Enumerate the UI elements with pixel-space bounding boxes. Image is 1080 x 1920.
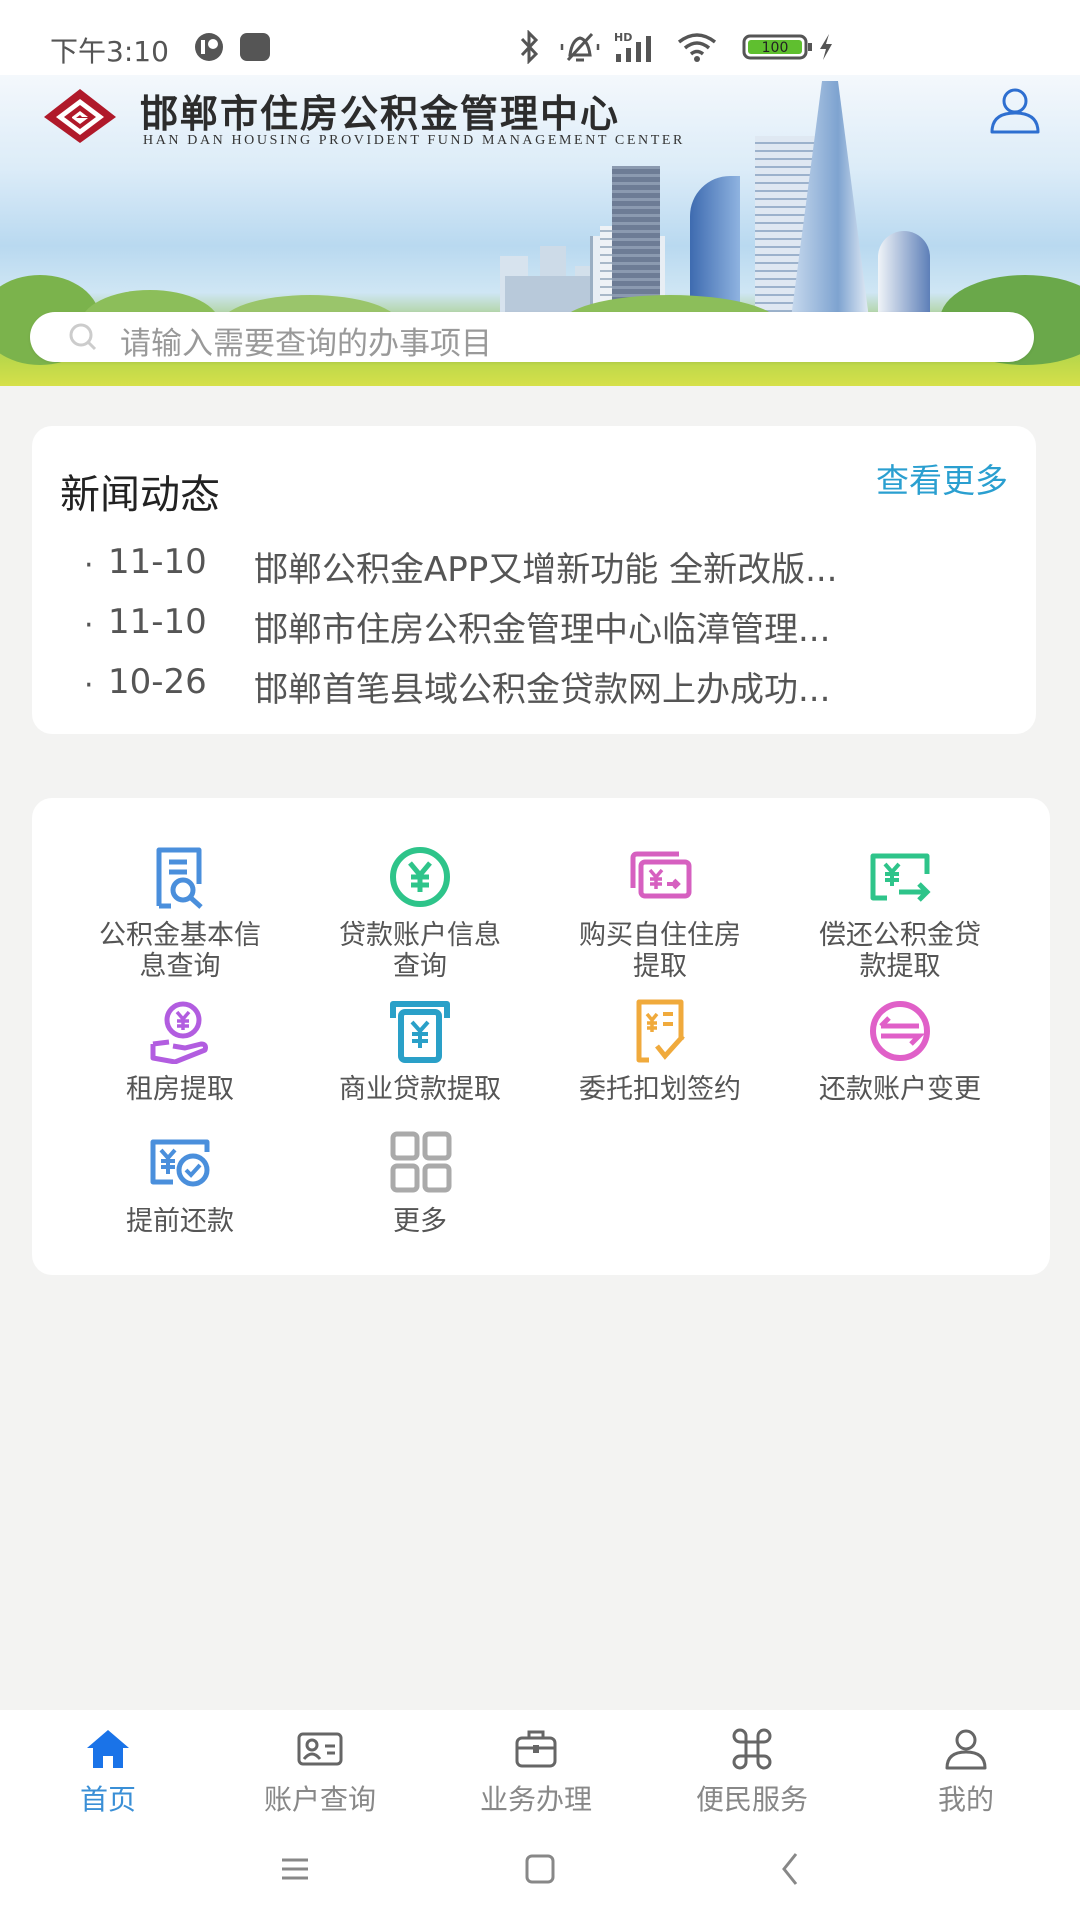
atm-yuan-icon bbox=[390, 1001, 450, 1063]
sign-document-icon bbox=[636, 999, 685, 1063]
yuan-circle-icon bbox=[390, 847, 450, 907]
handan-fund-logo bbox=[44, 89, 116, 143]
tab-account-query[interactable]: 账户查询 bbox=[212, 1710, 428, 1816]
yuan-transfer-icon bbox=[870, 853, 931, 902]
news-title: 邯郸首笔县域公积金贷款网上办成功... bbox=[254, 670, 831, 710]
id-card-icon bbox=[297, 1732, 343, 1766]
service-commercial-loan-withdraw[interactable]: 商业贷款提取 bbox=[300, 998, 540, 1105]
svg-text:HD: HD bbox=[614, 31, 632, 44]
news-item[interactable]: · 10-26 邯郸首笔县域公积金贷款网上办成功... bbox=[84, 662, 1024, 718]
system-nav-bar bbox=[0, 1816, 1080, 1920]
status-time: 下午3:10 bbox=[50, 35, 169, 68]
bullet: · bbox=[84, 668, 94, 703]
bullet: · bbox=[84, 548, 94, 583]
service-repayment-account-change[interactable]: 还款账户变更 bbox=[780, 998, 1020, 1105]
app-subtitle: HAN DAN HOUSING PROVIDENT FUND MANAGEMEN… bbox=[143, 133, 685, 148]
view-more-link[interactable]: 查看更多 bbox=[876, 454, 1008, 502]
home-square-icon[interactable] bbox=[515, 1844, 565, 1894]
service-label: 贷款账户信息 查询 bbox=[339, 920, 501, 982]
service-rent-withdraw[interactable]: 租房提取 bbox=[60, 998, 300, 1105]
profile-icon bbox=[945, 1729, 987, 1770]
tab-convenience-services[interactable]: 便民服务 bbox=[644, 1710, 860, 1816]
exchange-circle-icon bbox=[870, 1001, 930, 1061]
news-title: 邯郸市住房公积金管理中心临漳管理... bbox=[254, 610, 831, 650]
menu-icon[interactable] bbox=[270, 1844, 320, 1894]
notification-square-icon bbox=[240, 33, 270, 61]
tab-label: 业务办理 bbox=[479, 1783, 592, 1816]
service-repay-loan-withdraw[interactable]: 偿还公积金贷 款提取 bbox=[780, 844, 1020, 982]
news-title: 邯郸公积金APP又增新功能 全新改版... bbox=[254, 550, 838, 590]
service-label: 更多 bbox=[393, 1206, 447, 1237]
search-placeholder: 请输入需要查询的办事项目 bbox=[120, 326, 492, 362]
bottom-tab-bar: 首页 账户查询 业务办理 便民服务 我的 bbox=[0, 1710, 1080, 1817]
service-label: 公积金基本信 息查询 bbox=[99, 920, 261, 982]
tab-business[interactable]: 业务办理 bbox=[428, 1710, 644, 1816]
back-icon[interactable] bbox=[766, 1844, 816, 1894]
status-bar: 下午3:10 HD 100 bbox=[0, 0, 1080, 75]
user-icon[interactable] bbox=[988, 87, 1042, 135]
service-label: 租房提取 bbox=[126, 1074, 234, 1105]
services-card: 公积金基本信 息查询 贷款账户信息 查询 购买自住住房 提取 偿还公积金贷 款提取 租房… bbox=[32, 798, 1050, 1275]
search-input[interactable]: 请输入需要查询的办事项目 bbox=[30, 312, 1034, 362]
tab-mine[interactable]: 我的 bbox=[858, 1710, 1074, 1816]
news-card: 新闻动态 查看更多 · 11-10 邯郸公积金APP又增新功能 全新改版... … bbox=[32, 426, 1036, 734]
silent-bell-icon bbox=[560, 32, 600, 62]
home-icon bbox=[87, 1730, 129, 1768]
bullet: · bbox=[84, 608, 94, 643]
tab-home[interactable]: 首页 bbox=[0, 1710, 216, 1816]
header-banner: 邯郸市住房公积金管理中心 HAN DAN HOUSING PROVIDENT F… bbox=[0, 75, 1080, 386]
tab-label: 首页 bbox=[79, 1783, 136, 1816]
service-entrust-deduction-sign[interactable]: 委托扣划签约 bbox=[540, 998, 780, 1105]
tab-label: 我的 bbox=[937, 1783, 994, 1816]
service-label: 提前还款 bbox=[126, 1206, 234, 1237]
service-label: 偿还公积金贷 款提取 bbox=[819, 920, 981, 982]
news-date: 10-26 bbox=[108, 662, 207, 702]
yuan-hand-icon bbox=[150, 1001, 208, 1064]
news-item[interactable]: · 11-10 邯郸公积金APP又增新功能 全新改版... bbox=[84, 542, 1024, 598]
bluetooth-icon bbox=[520, 30, 539, 64]
yuan-check-icon bbox=[150, 1139, 210, 1187]
battery-icon: 100 bbox=[742, 34, 812, 60]
svg-text:100: 100 bbox=[762, 40, 789, 56]
service-more[interactable]: 更多 bbox=[300, 1130, 540, 1237]
hd-signal-icon: HD bbox=[614, 31, 651, 62]
notification-app-icon bbox=[195, 33, 223, 61]
service-purchase-house-withdraw[interactable]: 购买自住住房 提取 bbox=[540, 844, 780, 982]
wifi-icon bbox=[677, 33, 717, 62]
app-title: 邯郸市住房公积金管理中心 bbox=[140, 91, 621, 136]
news-item[interactable]: · 11-10 邯郸市住房公积金管理中心临漳管理... bbox=[84, 602, 1024, 658]
service-label: 购买自住住房 提取 bbox=[579, 920, 741, 982]
news-heading: 新闻动态 bbox=[60, 472, 220, 518]
news-date: 11-10 bbox=[108, 602, 207, 642]
news-date: 11-10 bbox=[108, 542, 207, 582]
service-early-repayment[interactable]: 提前还款 bbox=[60, 1130, 300, 1237]
service-label: 商业贷款提取 bbox=[339, 1074, 501, 1105]
document-search-icon bbox=[156, 847, 203, 909]
briefcase-icon bbox=[515, 1730, 557, 1768]
service-label: 还款账户变更 bbox=[819, 1074, 981, 1105]
grid-more-icon bbox=[390, 1131, 452, 1193]
yuan-cards-icon bbox=[630, 851, 692, 899]
service-loan-account-query[interactable]: 贷款账户信息 查询 bbox=[300, 844, 540, 982]
charging-bolt-icon bbox=[820, 34, 832, 60]
service-fund-info-query[interactable]: 公积金基本信 息查询 bbox=[60, 844, 300, 982]
tab-label: 便民服务 bbox=[695, 1783, 808, 1816]
tab-label: 账户查询 bbox=[263, 1783, 376, 1816]
search-icon bbox=[69, 323, 97, 351]
service-label: 委托扣划签约 bbox=[579, 1074, 741, 1105]
command-icon bbox=[732, 1728, 772, 1770]
